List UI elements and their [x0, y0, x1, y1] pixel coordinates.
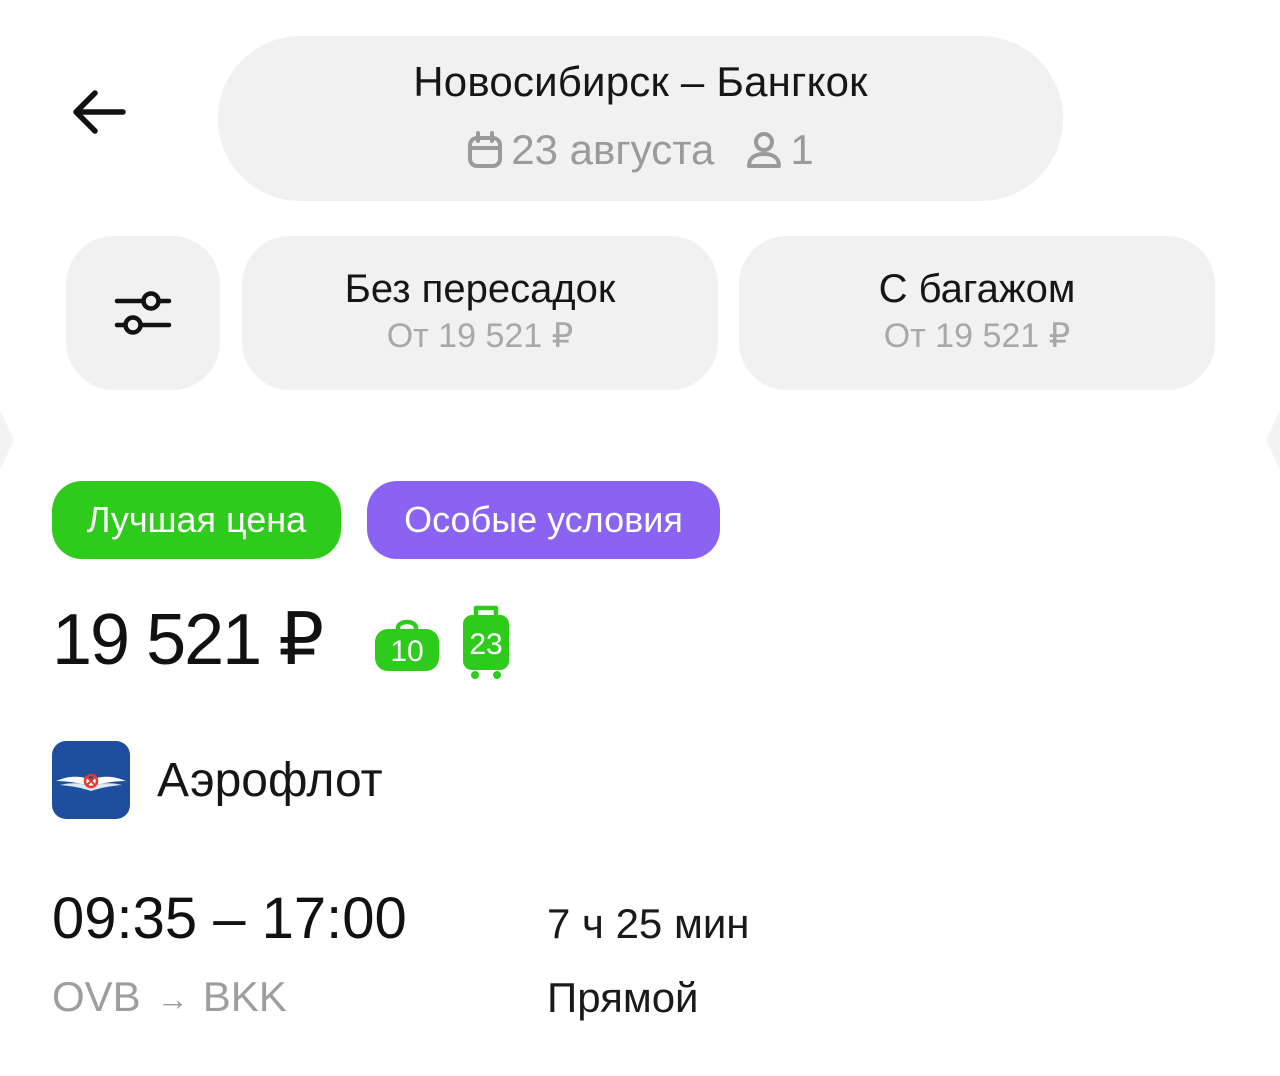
route-search-pill[interactable]: Новосибирск – Бангкок 23 августа 1 — [218, 36, 1063, 201]
special-conditions-badge[interactable]: Особые условия — [367, 481, 720, 559]
offer-price: 19 521 ₽ — [52, 600, 324, 680]
aeroflot-logo-icon — [52, 741, 130, 819]
filter-nonstop-title: Без пересадок — [344, 267, 616, 311]
filter-baggage-title: С багажом — [878, 267, 1076, 311]
best-price-badge: Лучшая цена — [52, 481, 341, 559]
arrow-left-icon — [73, 90, 126, 134]
person-icon — [747, 131, 782, 168]
route-arrow: → — [156, 981, 189, 1017]
hand-luggage-weight: 10 — [390, 635, 423, 668]
date-info: 23 августа — [467, 125, 715, 173]
card-edge-right — [1266, 410, 1280, 470]
back-button[interactable] — [60, 78, 136, 146]
card-edge-left — [0, 410, 14, 470]
date-text: 23 августа — [511, 125, 715, 173]
destination-airport: BKK — [202, 973, 287, 1020]
calendar-icon — [468, 130, 503, 168]
origin-airport: OVB — [52, 973, 141, 1020]
filter-nonstop-chip[interactable]: Без пересадок От 19 521 ₽ — [242, 236, 718, 390]
filter-baggage-chip[interactable]: С багажом От 19 521 ₽ — [739, 236, 1215, 390]
filter-nonstop-price: От 19 521 ₽ — [386, 317, 574, 355]
route-meta: 23 августа 1 — [467, 125, 814, 173]
route-title: Новосибирск – Бангкок — [413, 57, 868, 105]
flight-times: 09:35 – 17:00 — [52, 886, 407, 951]
filter-settings-button[interactable] — [66, 236, 220, 390]
passengers-info: 1 — [746, 125, 814, 173]
flight-duration: 7 ч 25 мин — [547, 900, 750, 947]
flight-stops: Прямой — [547, 974, 699, 1021]
sliders-icon — [114, 291, 172, 335]
hand-luggage-icon: 10 — [375, 619, 439, 671]
checked-baggage-icon: 23 — [463, 605, 509, 679]
filter-baggage-price: От 19 521 ₽ — [883, 317, 1071, 355]
passengers-count: 1 — [790, 125, 814, 173]
flight-airports: OVB → BKK — [52, 976, 287, 1018]
checked-baggage-weight: 23 — [469, 628, 502, 661]
airline-name: Аэрофлот — [157, 754, 383, 807]
